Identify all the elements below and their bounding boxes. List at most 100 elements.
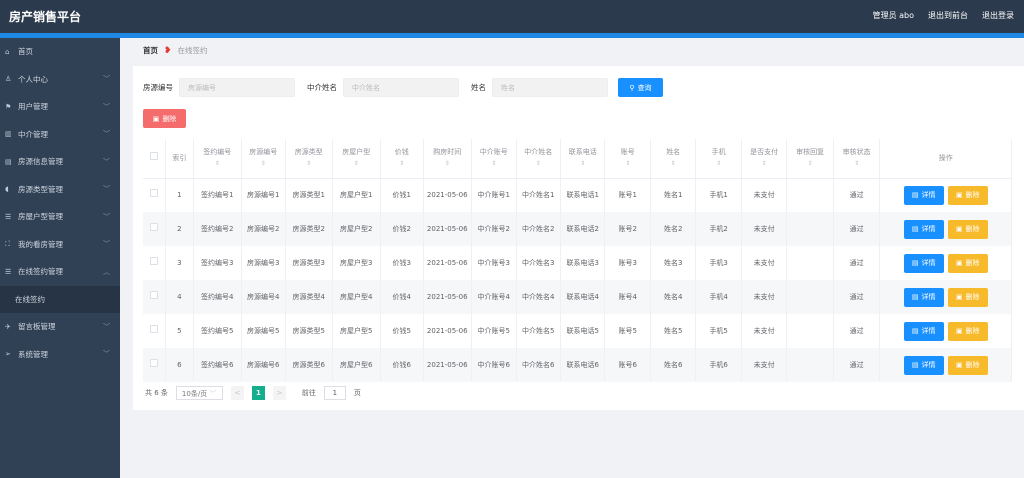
column-header[interactable]: 房源类型 ⇕ bbox=[285, 139, 333, 179]
delete-button[interactable]: ▣ 删除 bbox=[947, 185, 988, 205]
sidebar-item[interactable]: ➢ 系统管理 ﹀ bbox=[0, 341, 120, 369]
sort-icon[interactable]: ⇕ bbox=[606, 158, 648, 169]
goto-page-input[interactable]: 1 bbox=[323, 386, 346, 400]
row-checkbox[interactable] bbox=[149, 359, 158, 367]
sidebar-item[interactable]: ✈ 留言板管理 ﹀ bbox=[0, 313, 120, 341]
sidebar-item[interactable]: ⚑ 用户管理 ﹀ bbox=[0, 93, 120, 121]
delete-button[interactable]: ▣ 删除 bbox=[947, 287, 988, 307]
column-header: 操作 bbox=[879, 139, 1012, 179]
table-cell: 2021-05-06 bbox=[423, 178, 473, 212]
page-unit-label: 页 bbox=[353, 389, 361, 397]
sort-icon[interactable]: ⇕ bbox=[334, 158, 380, 169]
page-size-value: 10条/页 bbox=[181, 390, 208, 398]
sidebar-item[interactable]: ⛶ 我的看房管理 ﹀ bbox=[0, 231, 120, 259]
table-cell: 未支付 bbox=[741, 212, 788, 246]
agent-name-input[interactable]: 中介姓名 bbox=[343, 78, 459, 97]
chevron-down-icon[interactable]: ﹀ bbox=[103, 129, 110, 139]
sort-icon[interactable]: ⇕ bbox=[518, 158, 559, 169]
logout-link[interactable]: 退出登录 bbox=[982, 10, 1014, 21]
detail-button[interactable]: ▤ 详情 bbox=[903, 185, 944, 205]
column-header[interactable]: 审核状态 ⇕ bbox=[833, 139, 881, 179]
trash-icon: ▣ bbox=[955, 224, 963, 233]
table-cell: 未支付 bbox=[741, 314, 788, 348]
column-header[interactable]: 姓名 ⇕ bbox=[650, 139, 697, 179]
sidebar-item[interactable]: ♙ 个人中心 ﹀ bbox=[0, 66, 120, 94]
row-checkbox[interactable] bbox=[149, 291, 158, 299]
row-checkbox[interactable] bbox=[149, 325, 158, 333]
chevron-down-icon[interactable]: ﹀ bbox=[103, 239, 110, 249]
row-checkbox[interactable] bbox=[149, 257, 158, 265]
delete-button[interactable]: ▣ 删除 bbox=[947, 355, 988, 375]
column-header[interactable]: 签约编号 ⇕ bbox=[193, 139, 242, 179]
prev-page-button[interactable]: < bbox=[230, 386, 244, 400]
chevron-down-icon[interactable]: ﹀ bbox=[103, 74, 110, 84]
name-input[interactable]: 姓名 bbox=[492, 78, 608, 97]
back-to-front-link[interactable]: 退出到前台 bbox=[928, 10, 968, 21]
column-header[interactable]: 中介姓名 ⇕ bbox=[516, 139, 561, 179]
column-header[interactable]: 房屋户型 ⇕ bbox=[332, 139, 382, 179]
column-header[interactable]: 是否支付 ⇕ bbox=[741, 139, 788, 179]
sort-icon[interactable]: ⇕ bbox=[425, 158, 471, 169]
column-header[interactable]: 中介账号 ⇕ bbox=[471, 139, 517, 179]
batch-delete-button[interactable]: ▣ 删除 bbox=[143, 109, 186, 128]
detail-button[interactable]: ▤ 详情 bbox=[903, 287, 944, 307]
column-header[interactable]: 房源编号 ⇕ bbox=[241, 139, 287, 179]
sort-icon[interactable]: ⇕ bbox=[743, 158, 785, 169]
sidebar-item[interactable]: ☰ 房屋户型管理 ﹀ bbox=[0, 203, 120, 231]
detail-button[interactable]: ▤ 详情 bbox=[903, 321, 944, 341]
sort-icon[interactable]: ⇕ bbox=[562, 158, 603, 169]
table-cell: 账号1 bbox=[604, 178, 651, 212]
query-button[interactable]: ⚲ 查询 bbox=[618, 78, 663, 97]
column-header[interactable]: 联系电话 ⇕ bbox=[560, 139, 606, 179]
delete-button[interactable]: ▣ 删除 bbox=[947, 219, 988, 239]
detail-button[interactable]: ▤ 详情 bbox=[903, 355, 944, 375]
page-1-button[interactable]: 1 bbox=[251, 386, 265, 400]
table-cell: 通过 bbox=[833, 246, 881, 280]
row-checkbox[interactable] bbox=[149, 223, 158, 231]
chevron-down-icon[interactable]: ﹀ bbox=[103, 322, 110, 332]
sidebar-item[interactable]: ⌂ 首页 bbox=[0, 38, 120, 66]
detail-button[interactable]: ▤ 详情 bbox=[903, 253, 944, 273]
sort-icon[interactable]: ⇕ bbox=[473, 158, 514, 169]
sort-icon[interactable]: ⇕ bbox=[697, 158, 739, 169]
sidebar-item[interactable]: ▥ 中介管理 ﹀ bbox=[0, 121, 120, 149]
page-size-select[interactable]: 10条/页 ﹀ bbox=[175, 386, 223, 400]
sidebar-item[interactable]: 在线签约 bbox=[0, 285, 120, 313]
column-header[interactable]: 购房时间 ⇕ bbox=[423, 139, 473, 179]
sidebar-item[interactable]: ▤ 房源信息管理 ﹀ bbox=[0, 148, 120, 176]
table-cell: 房源类型4 bbox=[285, 280, 333, 314]
sort-icon[interactable]: ⇕ bbox=[243, 158, 284, 169]
sort-icon[interactable]: ⇕ bbox=[287, 158, 331, 169]
sort-icon[interactable]: ⇕ bbox=[652, 158, 694, 169]
sidebar-item[interactable]: ◖ 房源类型管理 ﹀ bbox=[0, 176, 120, 204]
column-header[interactable]: 价钱 ⇕ bbox=[380, 139, 424, 179]
sort-icon[interactable]: ⇕ bbox=[195, 158, 240, 169]
house-no-input[interactable]: 房源编号 bbox=[179, 78, 295, 97]
table-cell: 6 bbox=[165, 348, 195, 382]
flag-icon: ⚑ bbox=[5, 102, 12, 111]
column-header[interactable]: 审核回复 ⇕ bbox=[786, 139, 834, 179]
row-checkbox[interactable] bbox=[149, 189, 158, 198]
detail-icon: ▤ bbox=[911, 190, 919, 199]
actions-cell: ▤ 详情 ▣ 删除 bbox=[879, 314, 1012, 348]
table-cell: 房源编号1 bbox=[241, 178, 287, 212]
breadcrumb-home[interactable]: 首页 bbox=[143, 45, 158, 56]
delete-button[interactable]: ▣ 删除 bbox=[947, 321, 988, 341]
chevron-down-icon[interactable]: ﹀ bbox=[103, 102, 110, 112]
next-page-button[interactable]: > bbox=[272, 386, 286, 400]
column-header[interactable]: 账号 ⇕ bbox=[604, 139, 651, 179]
detail-button[interactable]: ▤ 详情 bbox=[903, 219, 944, 239]
column-header: 索引 bbox=[165, 139, 195, 179]
sort-icon[interactable]: ⇕ bbox=[382, 158, 421, 169]
delete-button[interactable]: ▣ 删除 bbox=[947, 253, 988, 273]
chevron-down-icon[interactable]: ﹀ bbox=[103, 212, 110, 222]
sort-icon[interactable]: ⇕ bbox=[788, 158, 832, 169]
sidebar-item[interactable]: ☰ 在线签约管理 ︿ bbox=[0, 258, 120, 286]
sort-icon[interactable]: ⇕ bbox=[835, 158, 879, 169]
chevron-down-icon[interactable]: ﹀ bbox=[103, 349, 110, 359]
chevron-down-icon[interactable]: ﹀ bbox=[103, 184, 110, 194]
chevron-up-icon[interactable]: ︿ bbox=[103, 267, 110, 277]
select-all-checkbox[interactable] bbox=[149, 152, 158, 161]
column-header[interactable]: 手机 ⇕ bbox=[695, 139, 742, 179]
chevron-down-icon[interactable]: ﹀ bbox=[103, 157, 110, 167]
